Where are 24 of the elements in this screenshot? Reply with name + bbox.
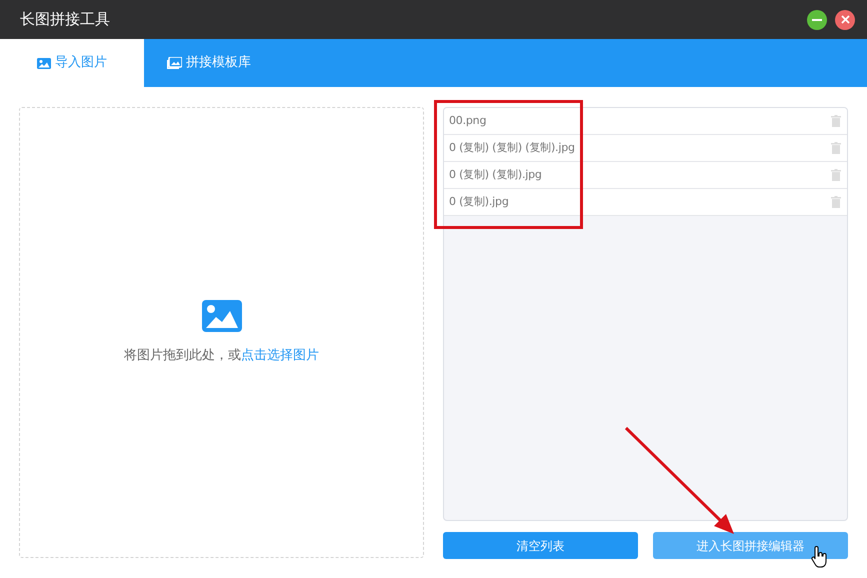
image-icon bbox=[37, 58, 51, 68]
action-button[interactable]: 进入长图拼接编辑器 bbox=[653, 532, 848, 559]
file-name: 0 (复制).jpg bbox=[449, 194, 509, 210]
hand-cursor-icon bbox=[810, 546, 828, 568]
select-images-link[interactable]: 点击选择图片 bbox=[241, 348, 319, 363]
minimize-icon bbox=[812, 18, 822, 20]
trash-icon[interactable] bbox=[831, 196, 841, 208]
trash-icon[interactable] bbox=[831, 142, 841, 154]
trash-icon[interactable] bbox=[831, 169, 841, 181]
file-name: 0 (复制) (复制) (复制).jpg bbox=[449, 140, 575, 156]
file-name: 00.png bbox=[449, 112, 486, 129]
images-icon bbox=[167, 57, 182, 69]
tab[interactable]: 导入图片 bbox=[0, 39, 144, 87]
image-icon bbox=[202, 300, 242, 332]
tab[interactable]: 拼接模板库 bbox=[144, 39, 274, 87]
close-icon bbox=[840, 15, 850, 24]
drop-zone[interactable]: 将图片拖到此处，或点击选择图片 bbox=[19, 107, 424, 558]
action-button[interactable]: 清空列表 bbox=[443, 532, 638, 559]
close-button[interactable] bbox=[835, 10, 855, 30]
trash-icon[interactable] bbox=[831, 115, 841, 127]
drop-instruction: 将图片拖到此处，或点击选择图片 bbox=[124, 346, 319, 365]
minimize-button[interactable] bbox=[807, 10, 827, 30]
window-title: 长图拼接工具 bbox=[20, 9, 110, 30]
file-name: 0 (复制) (复制).jpg bbox=[449, 166, 542, 183]
